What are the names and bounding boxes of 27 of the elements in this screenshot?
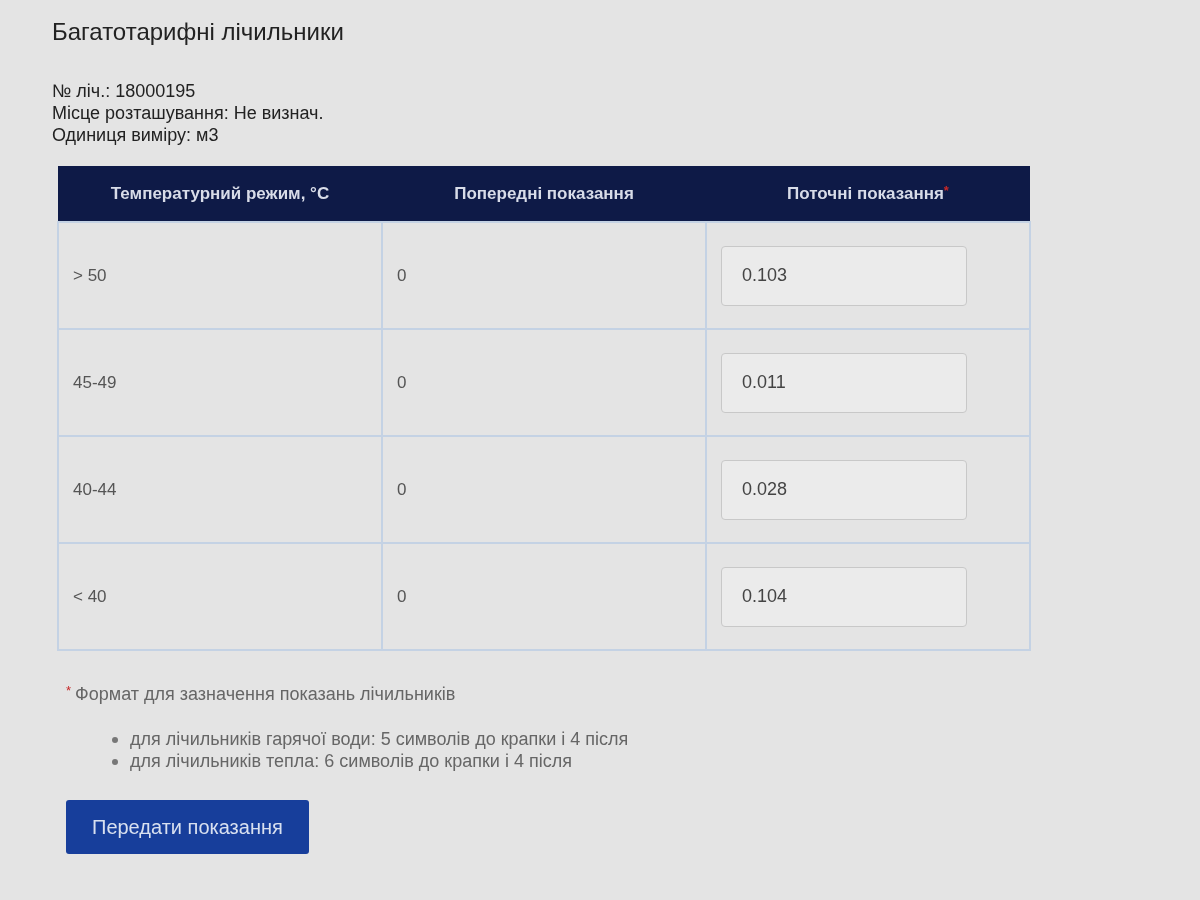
submit-button[interactable]: Передати показання [66,800,309,854]
bullet-icon [112,759,118,765]
table-cell: < 40 [58,543,382,650]
header-text: Попередні показання [454,183,634,203]
list-item-text: для лічильників гарячої води: 5 символів до крапки і 4 після [130,728,629,750]
reading-input-field[interactable]: 0.011 [721,352,967,413]
info-line: Одиниця виміру: м3 [52,124,220,146]
list-item-text: для лічильників тепла: 6 символів до крапки і 4 після [130,750,572,772]
table-cell: > 50 [58,222,382,329]
table-cell: 0 [382,543,706,650]
table-cell: 45-49 [58,329,382,436]
page-title: Багатотарифні лічильники [52,17,345,47]
header-text: Поточні показання [787,183,944,203]
reading-input-field[interactable]: 0.028 [721,459,967,520]
required-mark: * [943,182,949,198]
table-cell: 0 [382,329,706,436]
info-line: № ліч.: 18000195 [52,80,197,102]
reading-input-field[interactable]: 0.103 [721,245,967,306]
table-cell: 40-44 [58,436,382,543]
footnote-mark: * [66,682,72,700]
footnote-text: Формат для зазначення показань лічильників [75,683,456,706]
bullet-icon [112,737,118,743]
reading-input-field[interactable]: 0.104 [721,566,967,627]
info-line: Місце розташування: Не визнач. [52,102,325,124]
header-text: Температурний режим, °C [110,183,330,203]
table-cell: 0 [382,436,706,543]
table-cell: 0 [382,222,706,329]
